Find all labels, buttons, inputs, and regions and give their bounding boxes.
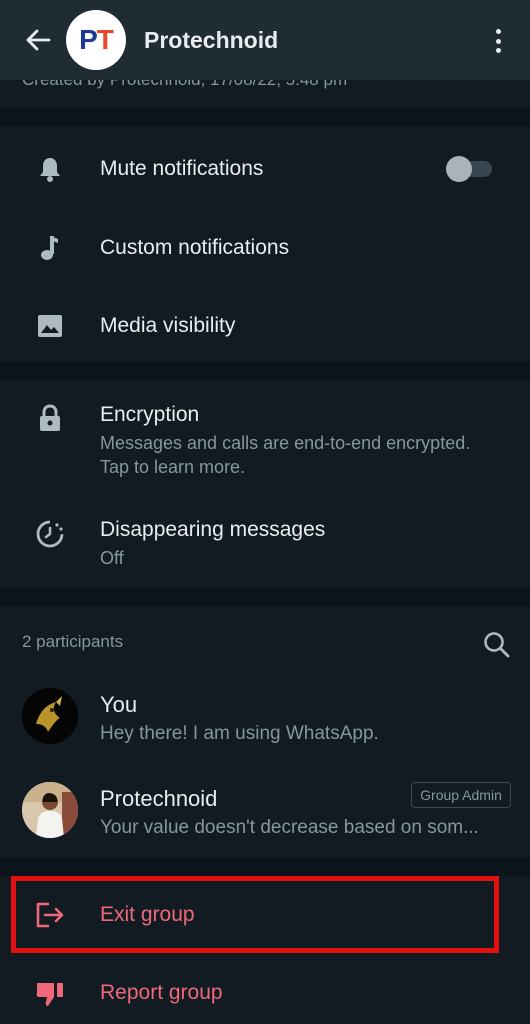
group-admin-badge: Group Admin (411, 782, 511, 808)
disappearing-messages-label: Disappearing messages (100, 518, 326, 541)
mute-toggle[interactable] (446, 156, 494, 182)
top-app-bar: PT Protechnoid (0, 0, 530, 80)
custom-notifications-row[interactable]: Custom notifications (0, 212, 530, 282)
media-visibility-label: Media visibility (100, 314, 236, 337)
search-participants-button[interactable] (482, 630, 512, 660)
music-note-icon (34, 232, 66, 264)
mute-notifications-label: Mute notifications (100, 157, 264, 180)
thumbs-down-icon (34, 978, 66, 1010)
participant-name: Protechnoid (100, 786, 218, 811)
avatar (22, 782, 78, 838)
timer-icon (34, 518, 66, 550)
media-visibility-row[interactable]: Media visibility (0, 290, 530, 360)
created-info-text: Created by Protechnoid, 17/08/22, 5:48 p… (22, 80, 347, 90)
participant-status: Your value doesn't decrease based on som… (100, 817, 479, 838)
participant-row[interactable]: You Hey there! I am using WhatsApp. (0, 676, 530, 762)
more-options-button[interactable] (486, 26, 510, 56)
encryption-row[interactable]: Encryption Messages and calls are end-to… (0, 390, 530, 490)
group-title[interactable]: Protechnoid (144, 27, 278, 54)
lock-icon (34, 402, 66, 434)
avatar-letter-p: P (79, 24, 98, 55)
encryption-description: Messages and calls are end-to-end encryp… (100, 433, 471, 477)
report-group-label: Report group (100, 981, 223, 1004)
avatar-letter-t: T (96, 24, 114, 55)
exit-group-highlight (11, 876, 499, 953)
encryption-label: Encryption (100, 403, 200, 426)
avatar (22, 688, 78, 744)
bell-icon (34, 153, 66, 185)
report-group-row[interactable]: Report group (0, 960, 530, 1024)
participant-status: Hey there! I am using WhatsApp. (100, 723, 379, 744)
disappearing-messages-value: Off (100, 548, 124, 568)
toggle-knob (446, 156, 472, 182)
participants-count: 2 participants (22, 632, 124, 651)
group-avatar[interactable]: PT (66, 10, 126, 70)
more-vert-icon (495, 29, 501, 34)
image-icon (34, 310, 66, 342)
disappearing-messages-row[interactable]: Disappearing messages Off (0, 506, 530, 586)
search-icon (484, 632, 510, 658)
custom-notifications-label: Custom notifications (100, 236, 290, 259)
participant-name: You (100, 692, 138, 717)
created-info-strip: Created by Protechnoid, 17/08/22, 5:48 p… (0, 80, 530, 108)
back-arrow-icon (26, 29, 51, 51)
back-button[interactable] (22, 25, 54, 55)
